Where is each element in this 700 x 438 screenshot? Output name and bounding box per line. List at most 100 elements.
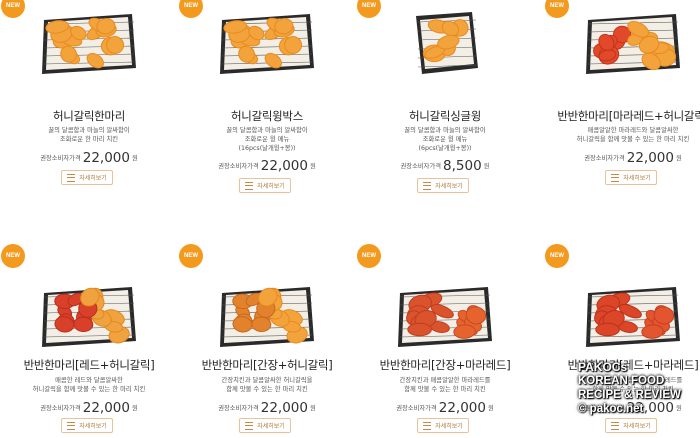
- product-name[interactable]: 반반한마리[레드+허니갈릭]: [0, 357, 178, 373]
- new-badge: NEW: [357, 0, 381, 18]
- product-card[interactable]: NEW 허니갈릭한마리꿀의 달콤함과 마늘의 알싸함이조화로운 한 마리 치킨권장…: [0, 0, 178, 219]
- new-badge: NEW: [179, 0, 203, 18]
- price-label: 권장소비자가격: [400, 163, 442, 170]
- price-value: 22,000: [626, 149, 674, 166]
- chicken-image[interactable]: [392, 2, 496, 82]
- watermark-line: © pakoc.net: [578, 403, 644, 415]
- chicken-image[interactable]: [392, 275, 496, 355]
- detail-button[interactable]: 자세히보기: [239, 178, 291, 193]
- menu-icon: [423, 181, 432, 190]
- price-label: 권장소비자가격: [218, 405, 259, 412]
- new-badge: NEW: [1, 0, 25, 18]
- price-unit: 원: [132, 155, 138, 162]
- product-name[interactable]: 허니갈릭한마리: [0, 108, 178, 124]
- price-label: 권장소비자가격: [218, 163, 259, 170]
- description-line: 조화로운 윙 메뉴: [422, 136, 468, 143]
- menu-icon: [67, 173, 76, 182]
- chicken-image[interactable]: [36, 275, 140, 355]
- menu-icon: [245, 421, 254, 430]
- detail-button-label: 자세히보기: [623, 423, 651, 430]
- product-card[interactable]: NEW 반반한마리[레드+허니갈릭] 매콤한 레드와 달콤알싸한허니갈릭을 함께 맛…: [0, 219, 178, 438]
- detail-button[interactable]: 자세히보기: [605, 418, 657, 433]
- description-line: (16pcs(날개윙+봉)): [238, 145, 296, 152]
- price-unit: 원: [310, 405, 316, 412]
- watermark: PAKOCs KOREAN FOOD RECIPE & REVIEW © pak…: [578, 360, 696, 416]
- detail-button[interactable]: 자세히보기: [417, 418, 469, 433]
- chicken-image[interactable]: [36, 2, 140, 82]
- menu-icon: [67, 421, 76, 430]
- detail-button-label: 자세히보기: [257, 183, 285, 190]
- watermark-line: KOREAN FOOD: [578, 375, 665, 387]
- product-card[interactable]: NEW 허니갈릭싱글윙꿀의 달콤함과 마늘의 알싸함이조화로운 윙 메뉴 (6pcs…: [356, 0, 534, 219]
- detail-button-label: 자세히보기: [435, 423, 463, 430]
- product-description: 꿀의 달콤함과 마늘의 알싸함이조화로운 윙 메뉴 (6pcs(날개윙+봉)): [370, 126, 520, 153]
- product-name[interactable]: 반반한마리[간장+마라레드]: [356, 357, 534, 373]
- price-value: 22,000: [260, 399, 308, 416]
- price-row: 권장소비자가격 22,000 원: [544, 147, 700, 166]
- description-line: 매콤알알한 마라레드와 달콤알싸한: [587, 127, 679, 134]
- menu-icon: [423, 421, 432, 430]
- product-description: 간장치킨과 달콤알싸한 허니갈릭을함께 맛볼 수 있는 한 마리 치킨: [192, 376, 342, 394]
- detail-button[interactable]: 자세히보기: [239, 418, 291, 433]
- price-value: 22,000: [82, 149, 130, 166]
- product-description: 매콤알알한 마라레드와 달콤알싸한허니갈릭을 함께 맛볼 수 있는 한 마리 치…: [558, 126, 700, 144]
- detail-button[interactable]: 자세히보기: [61, 418, 113, 433]
- product-name[interactable]: 허니갈릭윙박스: [178, 108, 356, 124]
- product-description: 매콤한 레드와 달콤알싸한허니갈릭을 함께 맛볼 수 있는 한 마리 치킨: [14, 376, 164, 394]
- price-row: 권장소비자가격 8,500 원: [356, 155, 534, 174]
- price-label: 권장소비자가격: [40, 155, 81, 162]
- product-name[interactable]: 반반한마리[간장+허니갈릭]: [178, 357, 356, 373]
- chicken-image[interactable]: [214, 2, 318, 82]
- product-name[interactable]: 반반한마리[마라레드+허니갈릭]: [544, 108, 700, 124]
- description-line: 함께 맛볼 수 있는 한 마리 치킨: [226, 386, 308, 393]
- price-value: 22,000: [82, 399, 130, 416]
- new-badge: NEW: [545, 0, 569, 18]
- price-label: 권장소비자가격: [40, 405, 81, 412]
- description-line: 간장치킨과 매콤알알한 마라레드를: [399, 377, 491, 384]
- price-value: 22,000: [438, 399, 486, 416]
- description-line: 꿀의 달콤함과 마늘의 알싸함이: [226, 127, 308, 134]
- detail-button[interactable]: 자세히보기: [61, 170, 113, 185]
- description-line: 허니갈릭을 함께 맛볼 수 있는 한 마리 치킨: [576, 136, 690, 143]
- new-badge: NEW: [545, 244, 569, 268]
- description-line: 함께 맛볼 수 있는 한 마리 치킨: [404, 386, 486, 393]
- product-description: 꿀의 달콤함과 마늘의 알싸함이조화로운 한 마리 치킨: [14, 126, 164, 144]
- price-unit: 원: [310, 163, 316, 170]
- price-row: 권장소비자가격 22,000 원: [0, 147, 178, 166]
- menu-icon: [611, 421, 620, 430]
- chicken-image[interactable]: [580, 275, 684, 355]
- description-line: 조화로운 한 마리 치킨: [59, 136, 119, 143]
- description-line: 매콤한 레드와 달콤알싸한: [55, 377, 123, 384]
- price-row: 권장소비자가격 22,000 원: [178, 397, 356, 416]
- chicken-image[interactable]: [214, 275, 318, 355]
- description-line: (6pcs(날개윙+봉)): [418, 145, 472, 152]
- product-card[interactable]: NEW 반반한마리[마라레드+허니갈릭] 매콤알알한 마라레드와 달콤알싸한허니갈릭…: [544, 0, 700, 219]
- description-line: 꿀의 달콤함과 마늘의 알싸함이: [404, 127, 486, 134]
- menu-icon: [611, 173, 620, 182]
- price-value: 8,500: [443, 157, 482, 174]
- detail-button[interactable]: 자세히보기: [417, 178, 469, 193]
- product-card[interactable]: NEW 반반한마리[간장+허니갈릭] 간장치킨과 달콤알싸한 허니갈릭을함께 맛볼 …: [178, 219, 356, 438]
- watermark-line: PAKOCs: [578, 360, 628, 374]
- description-line: 간장치킨과 달콤알싸한 허니갈릭을: [221, 377, 313, 384]
- detail-button[interactable]: 자세히보기: [605, 170, 657, 185]
- description-line: 조화로운 윙 메뉴: [244, 136, 290, 143]
- new-badge: NEW: [1, 244, 25, 268]
- chicken-image[interactable]: [580, 2, 684, 82]
- price-value: 22,000: [260, 157, 308, 174]
- description-line: 허니갈릭을 함께 맛볼 수 있는 한 마리 치킨: [32, 386, 146, 393]
- description-line: 꿀의 달콤함과 마늘의 알싸함이: [48, 127, 130, 134]
- price-label: 권장소비자가격: [584, 155, 625, 162]
- product-card[interactable]: NEW 허니갈릭윙박스꿀의 달콤함과 마늘의 알싸함이조화로운 윙 메뉴 (16pc…: [178, 0, 356, 219]
- detail-button-label: 자세히보기: [79, 423, 107, 430]
- detail-button-label: 자세히보기: [435, 183, 463, 190]
- product-card[interactable]: NEW 반반한마리[간장+마라레드] 간장치킨과 매콤알알한 마라레드를 함께 맛볼 …: [356, 219, 534, 438]
- price-row: 권장소비자가격 22,000 원: [356, 397, 534, 416]
- product-name[interactable]: 허니갈릭싱글윙: [356, 108, 534, 124]
- price-unit: 원: [676, 155, 682, 162]
- product-description: 꿀의 달콤함과 마늘의 알싸함이조화로운 윙 메뉴 (16pcs(날개윙+봉)): [192, 126, 342, 153]
- menu-icon: [245, 181, 254, 190]
- new-badge: NEW: [179, 244, 203, 268]
- price-unit: 원: [132, 405, 138, 412]
- watermark-line: RECIPE & REVIEW: [578, 389, 681, 401]
